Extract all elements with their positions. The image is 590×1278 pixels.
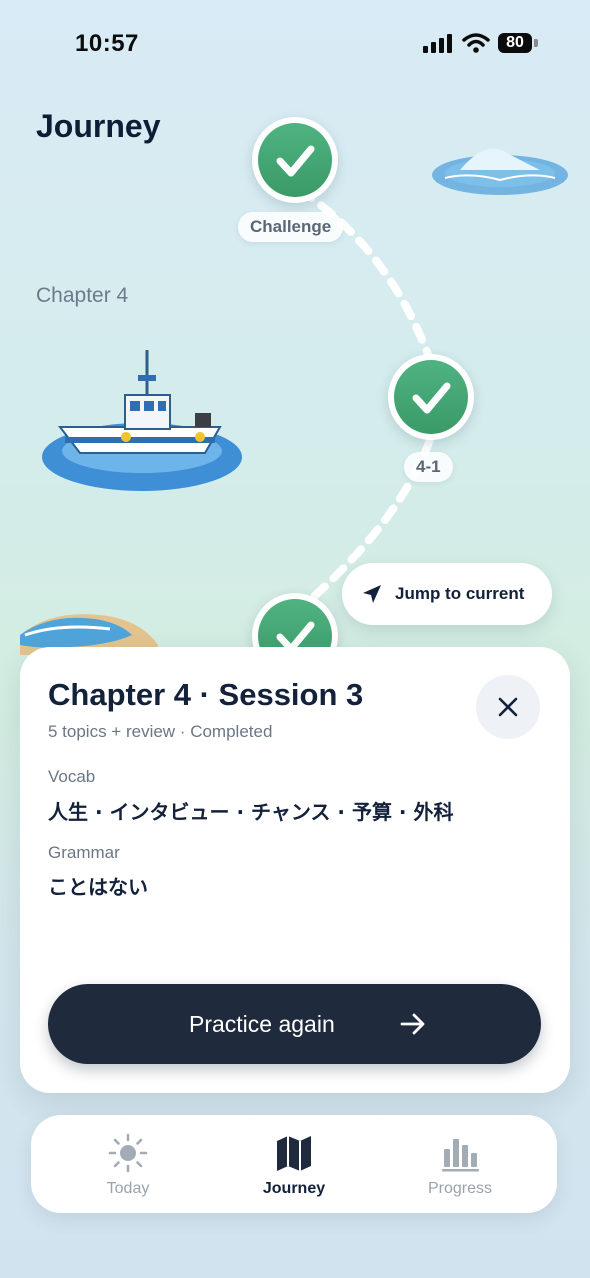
check-icon: [412, 382, 451, 414]
close-button[interactable]: [476, 675, 540, 739]
jump-to-current-label: Jump to current: [395, 584, 525, 603]
vocab-label: Vocab: [48, 767, 96, 786]
close-icon: [498, 697, 518, 717]
session-subtitle: 5 topics + review · Completed: [48, 722, 273, 741]
tab-label: Today: [106, 1180, 150, 1197]
path-node-label: Challenge: [238, 212, 344, 242]
path-node-label: 4-1: [404, 452, 453, 482]
path-node-challenge[interactable]: [252, 117, 338, 203]
tab-journey[interactable]: Journey: [229, 1115, 359, 1213]
arrow-right-icon: [400, 1013, 425, 1035]
tab-label: Journey: [262, 1180, 326, 1197]
tab-today[interactable]: Today: [63, 1115, 193, 1213]
vocab-value: 人生 · インタビュー · チャンス · 予算 · 外科: [48, 800, 454, 824]
session-detail-sheet: Chapter 4 · Session 3 5 topics + review …: [20, 647, 570, 1093]
path-node-4-1[interactable]: [388, 354, 474, 440]
session-title: Chapter 4 · Session 3: [48, 677, 364, 712]
sun-icon: [108, 1133, 148, 1173]
check-icon: [276, 145, 315, 177]
practice-again-label: Practice again: [189, 1011, 335, 1037]
location-arrow-icon: [363, 585, 381, 603]
grammar-value: ことはない: [48, 875, 148, 899]
tab-progress[interactable]: Progress: [395, 1115, 525, 1213]
grammar-label: Grammar: [48, 843, 120, 862]
practice-again-button[interactable]: Practice again: [48, 984, 541, 1064]
map-icon: [277, 1136, 311, 1171]
tab-label: Progress: [427, 1180, 493, 1197]
bar-chart-icon: [442, 1139, 479, 1172]
jump-to-current-button[interactable]: Jump to current: [342, 563, 552, 625]
tab-bar: Today Journey Progress: [31, 1115, 557, 1213]
